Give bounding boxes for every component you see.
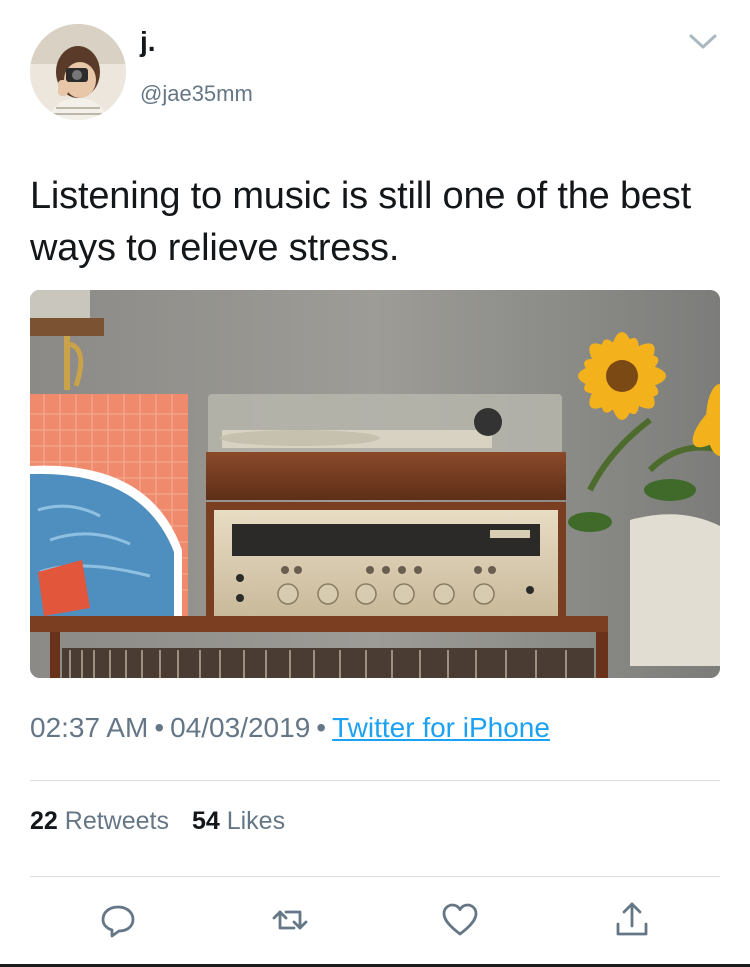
user-handle[interactable]: @jae35mm: [140, 82, 253, 106]
tweet-photo[interactable]: [30, 290, 720, 678]
retweets-label: Retweets: [64, 807, 169, 835]
tweet-meta: 02:37 AM • 04/03/2019 • Twitter for iPhone: [30, 710, 550, 746]
divider: [30, 876, 720, 877]
heart-icon[interactable]: [440, 900, 480, 940]
tweet-header: j. @jae35mm: [30, 24, 720, 124]
share-icon[interactable]: [612, 900, 652, 940]
tweet-actions: [0, 900, 750, 940]
reply-icon[interactable]: [98, 900, 138, 940]
likes-count: 54: [191, 807, 220, 835]
retweets-count: 22: [30, 807, 58, 835]
divider: [30, 780, 720, 781]
photo-turntable-scene: [30, 290, 720, 678]
retweet-icon[interactable]: [270, 900, 310, 940]
display-name[interactable]: j.: [140, 28, 156, 56]
tweet-text: Listening to music is still one of the b…: [30, 175, 691, 269]
tweet-stats: 22 Retweets 54 Likes: [30, 804, 285, 838]
avatar[interactable]: [30, 24, 126, 120]
likes-stat[interactable]: 54 Likes: [192, 807, 285, 835]
tweet-date: 04/03/2019: [170, 712, 311, 743]
avatar-photo: [30, 24, 126, 120]
tweet-time: 02:37 AM: [30, 712, 149, 743]
meta-separator: •: [316, 712, 327, 743]
chevron-down-icon[interactable]: [686, 28, 720, 56]
likes-label: Likes: [226, 807, 286, 835]
retweets-stat[interactable]: 22 Retweets: [30, 807, 169, 835]
meta-separator: •: [154, 712, 165, 743]
tweet-source-link[interactable]: Twitter for iPhone: [332, 712, 550, 743]
